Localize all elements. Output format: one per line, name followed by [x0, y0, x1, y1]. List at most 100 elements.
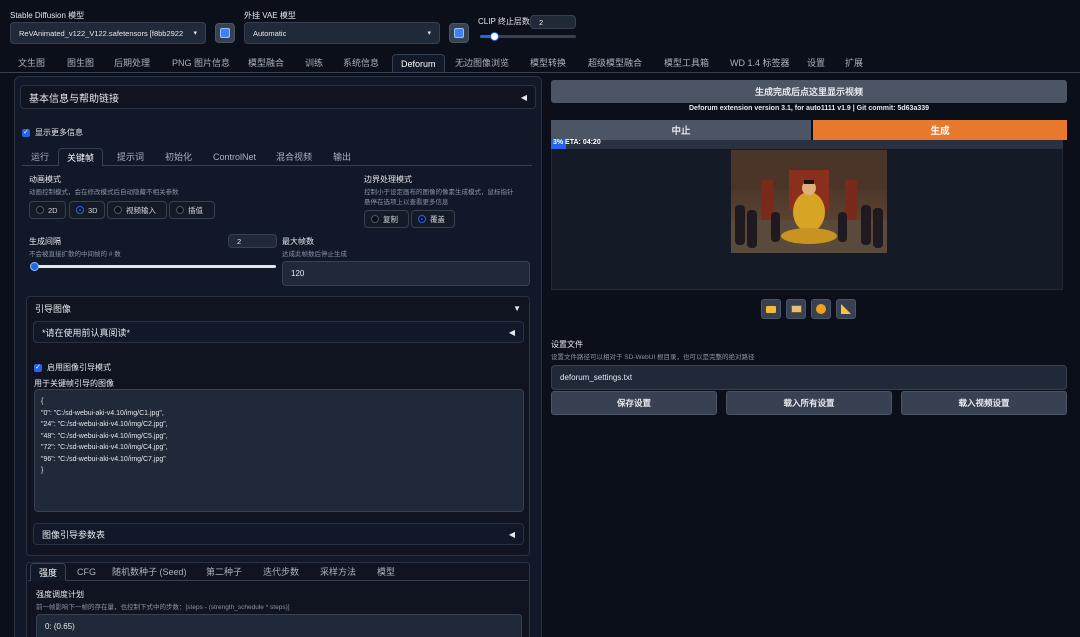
vae-select[interactable]: Automatic ▾: [244, 22, 440, 44]
cadence-label: 生成间隔: [29, 237, 61, 246]
tab-wd14-tagger[interactable]: WD 1.4 标签器: [730, 54, 790, 72]
tab-txt2img[interactable]: 文生图: [18, 54, 45, 72]
tab-extras[interactable]: 后期处理: [114, 54, 150, 72]
radio-icon: [371, 215, 379, 223]
guided-images-header[interactable]: 引导图像 ▼: [27, 297, 529, 319]
tab-cfg[interactable]: CFG: [77, 563, 96, 581]
tab-settings[interactable]: 设置: [807, 54, 825, 72]
subtab-controlnet[interactable]: ControlNet: [213, 148, 256, 166]
tab-infinite-browser[interactable]: 无边图像浏览: [455, 54, 509, 72]
subtab-prompts[interactable]: 提示词: [117, 148, 144, 166]
load-all-settings-button[interactable]: 载入所有设置: [726, 391, 892, 415]
settings-file-desc: 设置文件路径可以相对于 SD-WebUI 根目录，也可以是完整的绝对路径: [551, 354, 755, 361]
sd-model-label: Stable Diffusion 模型: [10, 11, 85, 20]
border-mode-label: 边界处理模式: [364, 175, 412, 184]
radio-selected-icon: [76, 206, 84, 214]
anim-mode-video-input[interactable]: 视频输入: [107, 201, 167, 219]
version-text: Deforum extension version 3.1, for auto1…: [688, 105, 930, 112]
palette-icon: [816, 304, 826, 314]
load-video-settings-button[interactable]: 载入视频设置: [901, 391, 1067, 415]
refresh-vae-button[interactable]: [449, 23, 469, 43]
anim-mode-interpolation-label: 插值: [188, 205, 203, 215]
strength-schedule-input[interactable]: 0: (0.65): [36, 614, 522, 637]
anim-mode-3d[interactable]: 3D: [69, 201, 105, 219]
tab-seed[interactable]: 随机数种子 (Seed): [112, 563, 187, 581]
subtab-init[interactable]: 初始化: [165, 148, 192, 166]
read-before-accordion[interactable]: *请在使用前认真阅读* ◀: [33, 321, 524, 343]
clip-slider[interactable]: [480, 32, 576, 41]
save-settings-button[interactable]: 保存设置: [551, 391, 717, 415]
send-to-inpaint-button[interactable]: [811, 299, 831, 319]
clip-number-input[interactable]: 2: [530, 15, 576, 29]
guided-params-title: 图像引导参数表: [42, 529, 106, 540]
anim-mode-interpolation[interactable]: 插值: [169, 201, 215, 219]
open-folder-button[interactable]: [761, 299, 781, 319]
border-mode-wrap-label: 覆盖: [430, 214, 445, 224]
guided-line: "72": "C:/sd-webui-aki-v4.10/img/C4.jpg"…: [41, 444, 168, 451]
generate-button[interactable]: 生成: [813, 120, 1067, 140]
tab-model[interactable]: 模型: [377, 563, 395, 581]
sd-model-select[interactable]: ReVAnimated_v122_V122.safetensors [f8bb2…: [10, 22, 206, 44]
strength-schedule-label: 强度调度计划: [36, 590, 84, 599]
enable-guided-checkbox[interactable]: ✓ 启用图像引导模式: [34, 362, 111, 373]
tab-png-info[interactable]: PNG 图片信息: [172, 54, 230, 72]
send-to-img2img-button[interactable]: [786, 299, 806, 319]
border-mode-replicate[interactable]: 复制: [364, 210, 409, 228]
guided-line: "24": "C:/sd-webui-aki-v4.10/img/C2.jpg"…: [41, 421, 168, 428]
tab-sampler[interactable]: 采样方法: [320, 563, 356, 581]
generated-image[interactable]: [731, 150, 887, 253]
checkbox-checked-icon: ✓: [34, 363, 42, 372]
strength-schedule-desc: 前一帧影响下一帧的存在量，也控制下式中的步数：[steps - (strengt…: [36, 604, 290, 611]
progress-bar: [551, 140, 1063, 149]
show-more-info-checkbox[interactable]: ✓ 显示更多信息: [22, 127, 83, 138]
subtab-hybrid-video[interactable]: 混合视频: [276, 148, 312, 166]
tab-img2img[interactable]: 图生图: [67, 54, 94, 72]
deforum-sub-tab-bar: 运行 关键帧 提示词 初始化 ControlNet 混合视频 输出: [22, 148, 532, 166]
collapse-arrow-icon: ◀: [520, 92, 527, 102]
anim-mode-2d[interactable]: 2D: [29, 201, 66, 219]
chevron-down-icon: ▾: [193, 30, 197, 37]
collapse-arrow-icon: ◀: [508, 529, 515, 539]
guided-images-input-label: 用于关键帧引导的图像: [34, 379, 114, 388]
clip-label: CLIP 终止层数: [478, 17, 530, 26]
cadence-slider-handle[interactable]: [30, 262, 39, 271]
subtab-output[interactable]: 输出: [333, 148, 351, 166]
ruler-icon: [841, 304, 851, 314]
subtab-run[interactable]: 运行: [31, 148, 49, 166]
info-accordion[interactable]: 基本信息与帮助链接 ◀: [20, 85, 536, 109]
tab-subseed[interactable]: 第二种子: [206, 563, 242, 581]
guided-images-text: { "0": "C:/sd-webui-aki-v4.10/img/C1.jpg…: [41, 396, 517, 477]
refresh-models-button[interactable]: [215, 23, 235, 43]
sd-model-value: ReVAnimated_v122_V122.safetensors [f8bb2…: [19, 28, 184, 38]
info-accordion-title: 基本信息与帮助链接: [29, 93, 119, 105]
tab-steps[interactable]: 迭代步数: [263, 563, 299, 581]
send-to-extras-button[interactable]: [836, 299, 856, 319]
guided-line: "96": "C:/sd-webui-aki-v4.10/img/C7.jpg": [41, 455, 166, 463]
tab-model-toolkit[interactable]: 模型工具箱: [664, 54, 709, 72]
tab-system-info[interactable]: 系统信息: [343, 54, 379, 72]
tab-strength[interactable]: 强度: [30, 563, 67, 581]
tab-extensions[interactable]: 扩展: [845, 54, 863, 72]
tab-deforum[interactable]: Deforum: [392, 54, 445, 72]
show-video-button[interactable]: 生成完成后点这里显示视频: [551, 80, 1067, 103]
clip-slider-handle[interactable]: [490, 32, 500, 41]
guided-images-textarea[interactable]: { "0": "C:/sd-webui-aki-v4.10/img/C1.jpg…: [34, 389, 524, 512]
tab-supermerger[interactable]: 超级模型融合: [588, 54, 642, 72]
anim-mode-3d-label: 3D: [88, 205, 98, 215]
collapse-arrow-icon: ◀: [508, 327, 515, 337]
tab-train[interactable]: 训练: [305, 54, 323, 72]
cadence-number-input[interactable]: 2: [228, 234, 277, 248]
border-mode-wrap[interactable]: 覆盖: [411, 210, 455, 228]
subtab-keyframes[interactable]: 关键帧: [58, 148, 104, 166]
guided-line: "0": "C:/sd-webui-aki-v4.10/img/C1.jpg",: [41, 409, 164, 417]
guided-params-accordion[interactable]: 图像引导参数表 ◀: [33, 523, 524, 545]
settings-file-input[interactable]: deforum_settings.txt: [551, 365, 1067, 390]
max-frames-input[interactable]: 120: [282, 261, 530, 286]
tab-model-converter[interactable]: 模型转换: [530, 54, 566, 72]
radio-icon: [36, 206, 44, 214]
interrupt-button[interactable]: 中止: [551, 120, 811, 140]
folder-icon: [766, 305, 776, 313]
cadence-slider[interactable]: [30, 262, 276, 271]
tab-checkpoint-merger[interactable]: 模型融合: [248, 54, 284, 72]
vae-label: 外挂 VAE 模型: [244, 11, 296, 20]
